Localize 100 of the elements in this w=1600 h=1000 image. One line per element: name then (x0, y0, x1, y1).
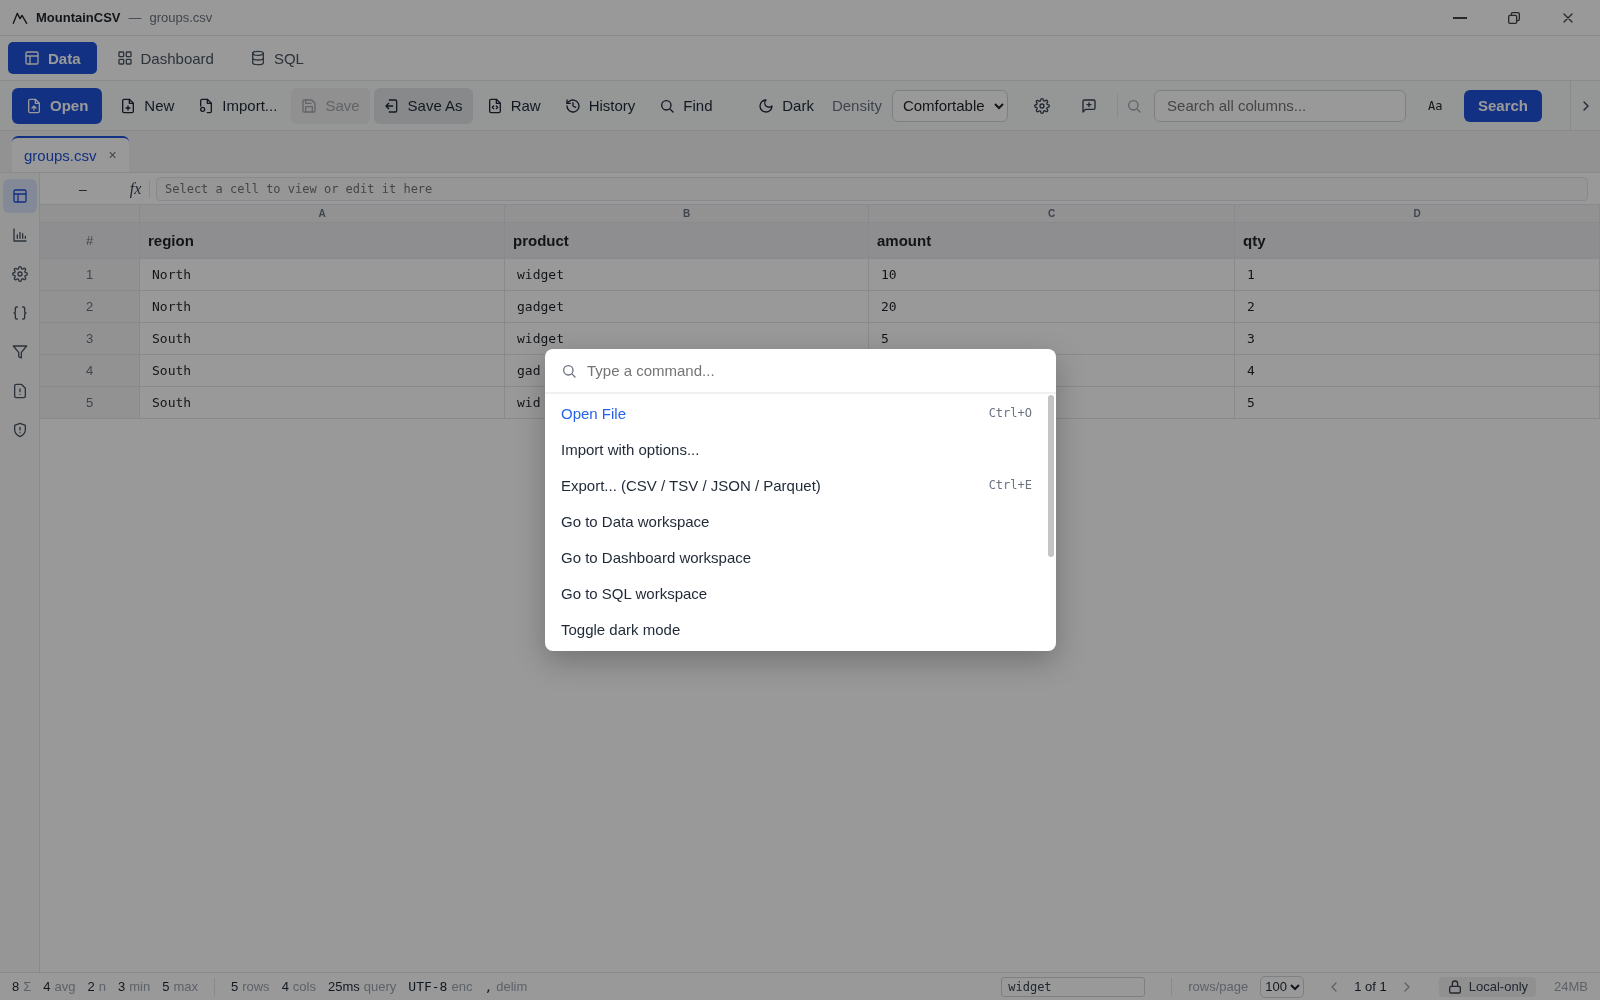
table-cell: 2 (1235, 291, 1600, 323)
toolbar-button[interactable]: Save As (373, 87, 473, 124)
file-info-unit: cols (292, 979, 316, 994)
file-info-unit: delim (496, 979, 528, 994)
gear-icon (11, 266, 28, 282)
column-letter: D (1235, 205, 1600, 223)
table-cell: South (140, 323, 505, 355)
workspace-tab[interactable]: Data (8, 42, 97, 74)
command-item[interactable]: Export... (CSV / TSV / JSON / Parquet) Ctrl+E (545, 467, 1056, 503)
memory-usage: 24MB (1554, 979, 1588, 994)
file-icon (198, 97, 215, 114)
moon-icon (758, 97, 775, 114)
table-cell: 1 (1235, 259, 1600, 291)
message-plus-icon (1081, 97, 1098, 114)
page-indicator: 1 of 1 (1354, 979, 1387, 994)
file-code-icon (486, 97, 503, 114)
row-number: 1 (40, 259, 140, 291)
file-info-unit: rows (242, 979, 270, 994)
file-plus-icon (120, 97, 137, 114)
column-header[interactable]: qty (1235, 223, 1600, 259)
funnel-icon (11, 344, 28, 360)
scrollbar-thumb[interactable] (1048, 395, 1054, 557)
table-cell: South (140, 355, 505, 387)
file-tab[interactable]: groups.csv × (12, 136, 129, 172)
bar-chart-icon (11, 227, 28, 243)
table-cell: 3 (1235, 323, 1600, 355)
settings-icon (1033, 97, 1050, 114)
selection-stat-unit: Σ (23, 979, 32, 994)
match-case-toggle[interactable]: Aa (1422, 98, 1448, 113)
file-upload-icon (26, 97, 42, 114)
tab-close-button[interactable]: × (108, 147, 117, 163)
column-letter: C (869, 205, 1235, 223)
column-header[interactable]: product (505, 223, 869, 259)
selection-stat-figure: 2 (87, 979, 95, 994)
search-icon (659, 97, 676, 114)
workspace-tab[interactable]: Dashboard (100, 42, 230, 74)
selection-stat-unit: min (129, 979, 151, 994)
restore-icon (1506, 9, 1522, 26)
database-icon (249, 50, 266, 66)
table-cell: 10 (869, 259, 1235, 291)
local-only-badge: Local-only (1438, 976, 1537, 997)
table-cell: 4 (1235, 355, 1600, 387)
selection-stat-unit: max (173, 979, 198, 994)
selection-stat-figure: 5 (162, 979, 170, 994)
formula-label: fx (126, 179, 150, 198)
shortcut-hint: Ctrl+O (988, 406, 1032, 420)
table-cell: gadget (505, 291, 869, 323)
rows-per-page-select[interactable]: 100 (1260, 975, 1305, 998)
grid-icon (116, 50, 133, 66)
file-info-figure: , (484, 979, 493, 994)
app-name: MountainCSV (36, 10, 121, 25)
command-item[interactable]: Import with options... (545, 431, 1056, 467)
selection-stat-unit: n (98, 979, 106, 994)
toolbar-button[interactable]: Find (649, 87, 723, 124)
filter-field[interactable]: widget (1001, 976, 1146, 997)
row-number: 5 (40, 387, 140, 419)
shield-alert-icon (11, 422, 28, 438)
toolbar-button[interactable]: Raw (476, 87, 551, 124)
file-info-figure: UTF-8 (408, 979, 448, 994)
command-item[interactable]: Go to Data workspace (545, 503, 1056, 539)
command-item[interactable]: Go to SQL workspace (545, 575, 1056, 611)
row-number: 2 (40, 291, 140, 323)
column-letter: A (140, 205, 505, 223)
toolbar-button[interactable]: History (554, 87, 646, 124)
table-cell: widget (505, 259, 869, 291)
command-item[interactable]: Go to Dashboard workspace (545, 539, 1056, 575)
title-separator: — (128, 10, 142, 25)
cell-reference: – (78, 180, 88, 197)
toolbar-button[interactable]: New (110, 87, 185, 124)
command-item[interactable]: Toggle dark mode (545, 611, 1056, 647)
sidebar-item[interactable] (2, 179, 37, 213)
table-icon (11, 188, 28, 204)
arrow-into-door-icon (383, 97, 400, 114)
toolbar-button[interactable]: Dark (748, 87, 824, 124)
workspace-tab[interactable]: SQL (233, 42, 320, 74)
table-icon (24, 50, 40, 66)
table-cell: 5 (1235, 387, 1600, 419)
search-icon (561, 362, 577, 379)
file-info-figure: 5 (230, 979, 239, 994)
formula-field[interactable]: Select a cell to view or edit it here (156, 176, 1588, 201)
selection-stat-figure: 8 (12, 979, 20, 994)
file-alert-icon (11, 383, 28, 399)
search-button[interactable]: Search (1464, 89, 1543, 122)
column-header[interactable]: amount (869, 223, 1235, 259)
density-label: Density (831, 97, 882, 114)
column-header[interactable]: region (140, 223, 505, 259)
row-number: 3 (40, 323, 140, 355)
density-select[interactable]: Comfortable (891, 89, 1008, 122)
file-info-unit: query (363, 979, 397, 994)
rows-per-page-label: rows/page (1188, 979, 1249, 994)
search-field[interactable]: Search all columns... (1154, 89, 1407, 122)
braces-icon (11, 305, 28, 321)
history-icon (564, 97, 581, 114)
toolbar-button[interactable]: Open (12, 87, 103, 124)
toolbar-button[interactable]: Import... (188, 87, 288, 124)
minimize-icon (1453, 16, 1467, 19)
file-info-figure: 25ms (328, 979, 360, 994)
lock-icon (1446, 978, 1463, 995)
file-info-unit: enc (451, 979, 473, 994)
window-title: groups.csv (149, 10, 213, 25)
